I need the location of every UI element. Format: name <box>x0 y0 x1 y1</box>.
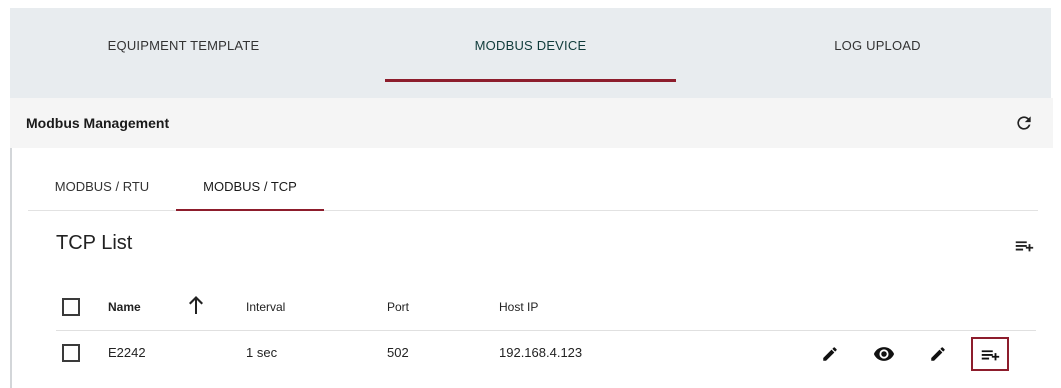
tab-modbus-device[interactable]: MODBUS DEVICE <box>357 8 704 82</box>
card-header: Modbus Management <box>10 98 1053 148</box>
table-header: Name Interval Port Host IP <box>56 284 1036 331</box>
row-checkbox[interactable] <box>62 344 80 362</box>
pencil-icon[interactable] <box>924 340 952 368</box>
row-host-ip: 192.168.4.123 <box>499 345 583 360</box>
select-all-checkbox[interactable] <box>62 298 80 316</box>
arrow-up-icon[interactable] <box>188 294 204 321</box>
column-header-interval[interactable]: Interval <box>246 300 285 314</box>
eye-icon[interactable] <box>870 340 898 368</box>
tab-modbus-tcp[interactable]: MODBUS / TCP <box>176 162 324 211</box>
tab-log-upload[interactable]: LOG UPLOAD <box>704 8 1051 82</box>
top-tab-bar: EQUIPMENT TEMPLATE MODBUS DEVICE LOG UPL… <box>10 8 1051 98</box>
column-header-host-ip[interactable]: Host IP <box>499 300 538 314</box>
pencil-icon[interactable] <box>816 340 844 368</box>
column-header-port[interactable]: Port <box>387 300 409 314</box>
sub-tab-bar: MODBUS / RTU MODBUS / TCP <box>28 162 1038 211</box>
tab-modbus-rtu[interactable]: MODBUS / RTU <box>28 162 176 210</box>
playlist-add-icon[interactable] <box>1011 232 1037 258</box>
refresh-icon[interactable] <box>1011 110 1037 136</box>
tab-equipment-template[interactable]: EQUIPMENT TEMPLATE <box>10 8 357 82</box>
row-interval: 1 sec <box>246 345 278 360</box>
playlist-add-icon[interactable] <box>971 337 1009 371</box>
list-title: TCP List <box>56 232 133 254</box>
row-name: E2242 <box>108 345 146 360</box>
row-port: 502 <box>387 345 409 360</box>
card-title: Modbus Management <box>26 115 170 131</box>
table-row: E2242 1 sec 502 192.168.4.123 <box>56 330 1036 378</box>
column-header-name[interactable]: Name <box>108 300 141 314</box>
modbus-management-card: Modbus Management MODBUS / RTU MODBUS / … <box>10 98 1053 388</box>
